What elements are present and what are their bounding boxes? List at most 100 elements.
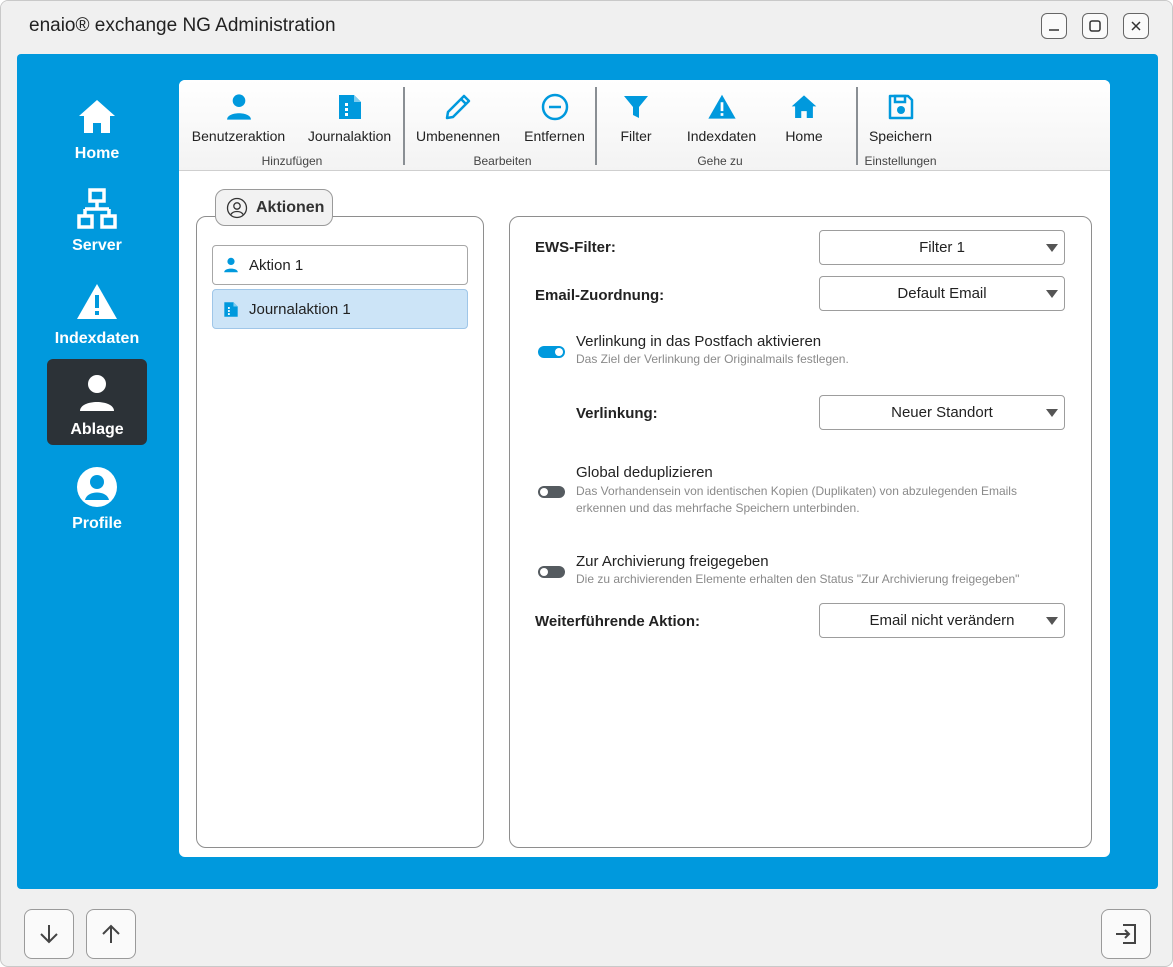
button-label: Entfernen [524,128,585,144]
warning-icon [77,284,117,319]
sidebar-item-server[interactable]: Server [47,179,147,265]
dedupe-toggle[interactable] [538,486,565,498]
ribbon-separator [595,87,597,165]
archive-toggle[interactable] [538,566,565,578]
group-label-gehe-zu: Gehe zu [697,154,743,168]
app-window: enaio® exchange NG Administration Home S… [0,0,1173,967]
email-mapping-select[interactable]: Default Email [819,276,1065,311]
filter-icon [624,96,648,118]
save-icon [888,94,913,120]
pencil-icon [445,94,471,120]
button-label: Umbenennen [415,128,501,144]
main-area: Home Server Indexdaten Ablage Profile Be… [17,54,1158,889]
benutzeraktion-button[interactable]: Benutzeraktion [187,90,290,150]
group-label-bearbeiten: Bearbeiten [473,154,532,168]
journal-icon [338,95,361,119]
archive-toggle-title: Zur Archivierung freigegeben [576,553,769,570]
minus-circle-icon [541,93,568,121]
sidebar-item-label: Home [74,145,120,162]
button-label: Speichern [868,128,933,144]
toggle-knob [540,488,548,496]
sidebar-item-label: Server [72,237,122,254]
chevron-down-icon [1046,244,1058,252]
chevron-down-icon [1046,617,1058,625]
profile-icon [77,467,117,507]
user-icon [80,375,114,411]
home-button[interactable]: Home [779,90,829,150]
button-label: Benutzeraktion [191,128,286,144]
email-mapping-value: Default Email [897,285,987,302]
ews-filter-value: Filter 1 [919,239,965,256]
home-icon [791,95,817,118]
network-icon [77,188,117,229]
list-item-journalaktion-1[interactable]: Journalaktion 1 [212,289,468,329]
journal-icon [224,301,238,317]
home-icon [79,100,115,133]
title-bar: enaio® exchange NG Administration [1,1,1172,51]
list-item-label: Journalaktion 1 [249,300,351,318]
link-target-select[interactable]: Neuer Standort [819,395,1065,430]
actions-panel-title: Aktionen [256,198,325,216]
profile-icon [226,197,248,218]
sidebar-item-label: Ablage [70,421,124,438]
dedupe-toggle-title: Global deduplizieren [576,464,713,481]
chevron-down-icon [1046,290,1058,298]
sidebar-item-home[interactable]: Home [47,87,147,173]
journalaktion-button[interactable]: Journalaktion [302,90,397,150]
window-title: enaio® exchange NG Administration [29,15,336,36]
link-toggle[interactable] [538,346,565,358]
list-item-label: Aktion 1 [249,256,304,274]
sidebar-item-label: Profile [72,515,122,532]
arrow-up-icon [102,924,120,943]
user-icon [224,257,238,273]
indexdaten-button[interactable]: Indexdaten [679,90,764,150]
group-label-einstellungen: Einstellungen [864,154,937,168]
dedupe-toggle-description: Das Vorhandensein von identischen Kopien… [576,484,1017,515]
move-down-button[interactable] [24,909,74,959]
button-label: Home [785,128,823,144]
further-action-select[interactable]: Email nicht verändern [819,603,1065,638]
user-icon [226,94,251,120]
further-action-value: Email nicht verändern [869,612,1015,629]
toggle-knob [555,348,563,356]
maximize-button[interactable] [1082,13,1108,39]
warning-icon [707,94,736,119]
link-toggle-title: Verlinkung in das Postfach aktivieren [576,333,822,350]
ribbon-toolbar: Benutzeraktion Journalaktion Hinzufügen … [179,80,1110,171]
archive-toggle-description: Die zu archivierenden Elemente erhalten … [576,572,1020,586]
list-item-aktion-1[interactable]: Aktion 1 [212,245,468,285]
speichern-button[interactable]: Speichern [863,90,938,150]
link-toggle-description: Das Ziel der Verlinkung der Originalmail… [576,352,849,366]
sidebar-item-label: Indexdaten [54,330,140,347]
maximize-icon [1089,20,1101,32]
arrow-down-icon [40,925,58,944]
button-label: Indexdaten [686,128,757,144]
close-button[interactable] [1123,13,1149,39]
group-label-hinzufuegen: Hinzufügen [261,154,323,168]
actions-panel-header: Aktionen [215,189,333,226]
link-target-value: Neuer Standort [891,404,993,421]
exit-button[interactable] [1101,909,1151,959]
move-up-button[interactable] [86,909,136,959]
umbenennen-button[interactable]: Umbenennen [412,90,504,150]
exit-icon [1116,924,1136,944]
entfernen-button[interactable]: Entfernen [516,90,593,150]
close-icon [1131,21,1141,31]
ews-filter-label: EWS-Filter: [535,239,616,256]
button-label: Filter [620,128,652,144]
button-label: Journalaktion [307,128,392,144]
sidebar-item-profile[interactable]: Profile [47,457,147,543]
chevron-down-icon [1046,409,1058,417]
toggle-knob [540,568,548,576]
minimize-icon [1049,29,1059,31]
further-action-label: Weiterführende Aktion: [535,613,701,630]
email-mapping-label: Email-Zuordnung: [535,287,665,304]
ews-filter-select[interactable]: Filter 1 [819,230,1065,265]
filter-button[interactable]: Filter [611,90,661,150]
sidebar-item-ablage[interactable]: Ablage [47,359,147,445]
sidebar-item-indexdaten[interactable]: Indexdaten [47,272,147,358]
minimize-button[interactable] [1041,13,1067,39]
link-target-label: Verlinkung: [576,405,658,422]
content-card: Benutzeraktion Journalaktion Hinzufügen … [179,80,1110,857]
actions-panel: Aktion 1 Journalaktion 1 [196,216,484,848]
